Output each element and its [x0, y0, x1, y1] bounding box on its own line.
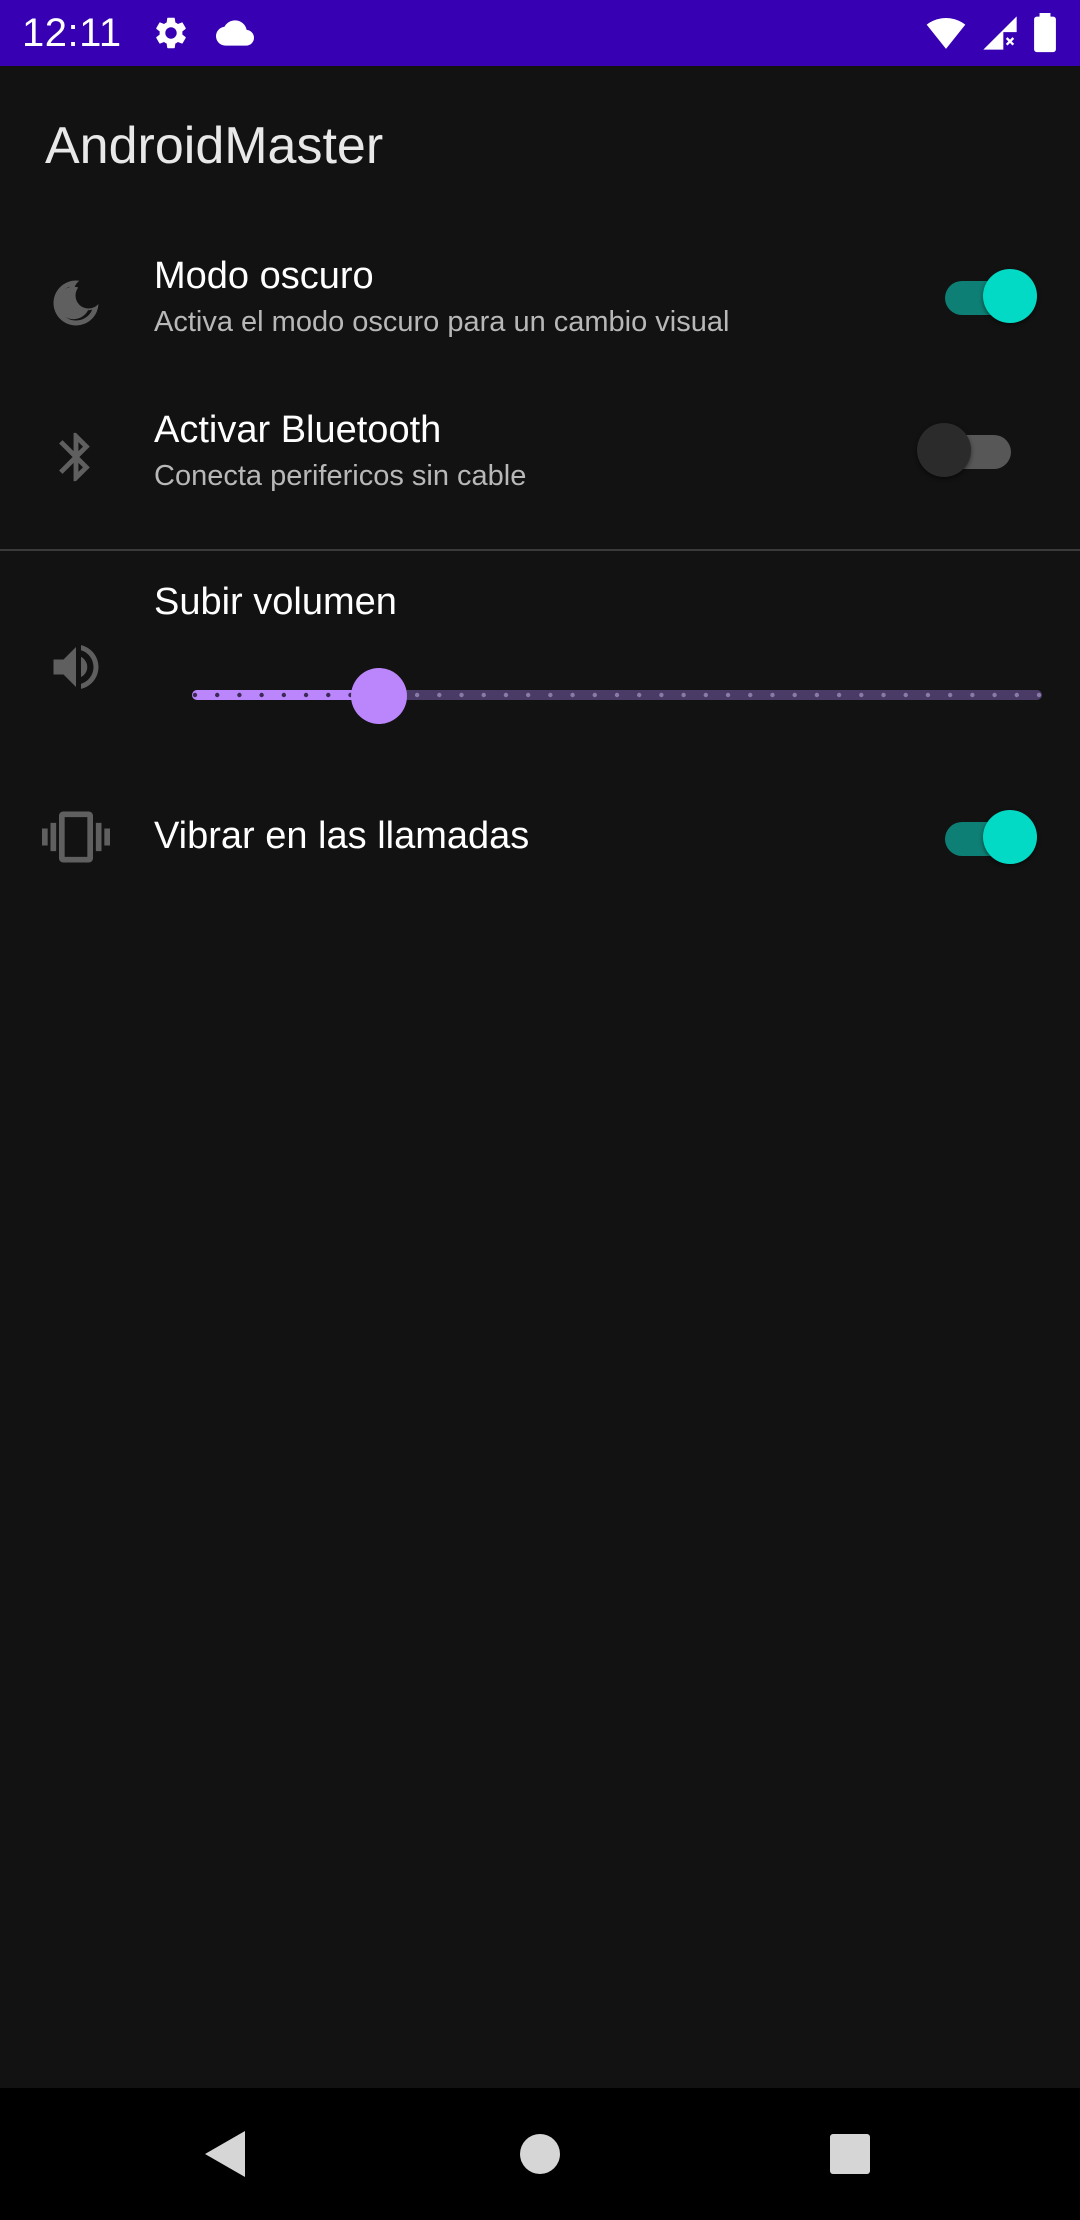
switch-thumb [983, 269, 1037, 323]
slider-tick [1036, 692, 1042, 698]
recents-icon [830, 2134, 870, 2174]
status-time: 12:11 [22, 10, 122, 55]
slider-tick [592, 692, 597, 698]
slider-tick [614, 692, 620, 698]
pref-summary: Conecta perifericos sin cable [154, 460, 527, 492]
pref-summary: Activa el modo oscuro para un cambio vis… [154, 306, 730, 338]
recents-button[interactable] [790, 2088, 910, 2220]
volume-up-icon [40, 631, 112, 703]
switch-thumb [917, 423, 971, 477]
slider-tick [925, 692, 931, 698]
bluetooth-icon [40, 421, 112, 493]
slider-tick [903, 692, 908, 698]
pref-vibrate[interactable]: Vibrar en las llamadas [0, 760, 1080, 914]
slider-tick [859, 692, 864, 698]
app-toolbar: AndroidMaster [0, 66, 1080, 226]
slider-tick [1014, 692, 1019, 698]
bluetooth-switch[interactable] [917, 423, 1017, 477]
slider-tick [637, 692, 642, 698]
pref-title: Modo oscuro [154, 255, 374, 297]
switch-thumb [983, 810, 1037, 864]
app-title: AndroidMaster [45, 117, 384, 175]
slider-tick [503, 692, 509, 698]
section-divider [0, 549, 1080, 551]
slider-tick [281, 692, 287, 698]
slider-tick [326, 692, 331, 698]
pref-title: Subir volumen [154, 581, 397, 623]
slider-tick [259, 692, 264, 698]
slider-tick [792, 692, 797, 698]
settings-icon [152, 14, 190, 52]
slider-tick [525, 692, 531, 698]
slider-tick [814, 692, 820, 698]
slider-tick [303, 692, 309, 698]
pref-title: Activar Bluetooth [154, 409, 442, 451]
slider-tick [548, 692, 553, 698]
slider-tick [681, 692, 686, 698]
volume-slider[interactable] [192, 666, 1042, 724]
slider-tick [570, 692, 575, 698]
wifi-icon [924, 13, 968, 53]
settings-screen: 12:11 AndroidMaster Modo oscuro Activa e… [0, 0, 1080, 2220]
slider-tick [414, 692, 420, 698]
vibration-icon [40, 801, 112, 873]
slider-tick [970, 692, 975, 698]
slider-thumb[interactable] [351, 668, 407, 724]
home-icon [520, 2134, 560, 2174]
slider-tick [459, 692, 464, 698]
signal-no-data-icon [980, 13, 1020, 53]
slider-tick [437, 692, 442, 698]
slider-tick [881, 692, 886, 698]
navigation-bar [0, 2088, 1080, 2220]
slider-tick [748, 692, 753, 698]
slider-tick [947, 692, 953, 698]
battery-icon [1032, 13, 1058, 53]
pref-bluetooth[interactable]: Activar Bluetooth Conecta perifericos si… [0, 380, 1080, 534]
slider-tick [703, 692, 709, 698]
back-icon [205, 2131, 245, 2177]
slider-tick [215, 692, 220, 698]
slider-tick [836, 692, 842, 698]
moon-icon [40, 267, 112, 339]
slider-tick [770, 692, 775, 698]
back-button[interactable] [166, 2088, 286, 2220]
slider-tick [481, 692, 486, 698]
cloud-icon [214, 14, 256, 52]
dark-mode-switch[interactable] [937, 269, 1037, 323]
slider-tick [992, 692, 997, 698]
pref-dark-mode[interactable]: Modo oscuro Activa el modo oscuro para u… [0, 226, 1080, 380]
pref-title: Vibrar en las llamadas [154, 815, 530, 857]
slider-tick [237, 692, 242, 698]
slider-ticks [192, 692, 1042, 698]
slider-tick [659, 692, 664, 698]
slider-tick [192, 692, 198, 698]
status-bar: 12:11 [0, 0, 1080, 66]
slider-tick [725, 692, 731, 698]
home-button[interactable] [480, 2088, 600, 2220]
vibrate-switch[interactable] [937, 810, 1037, 864]
